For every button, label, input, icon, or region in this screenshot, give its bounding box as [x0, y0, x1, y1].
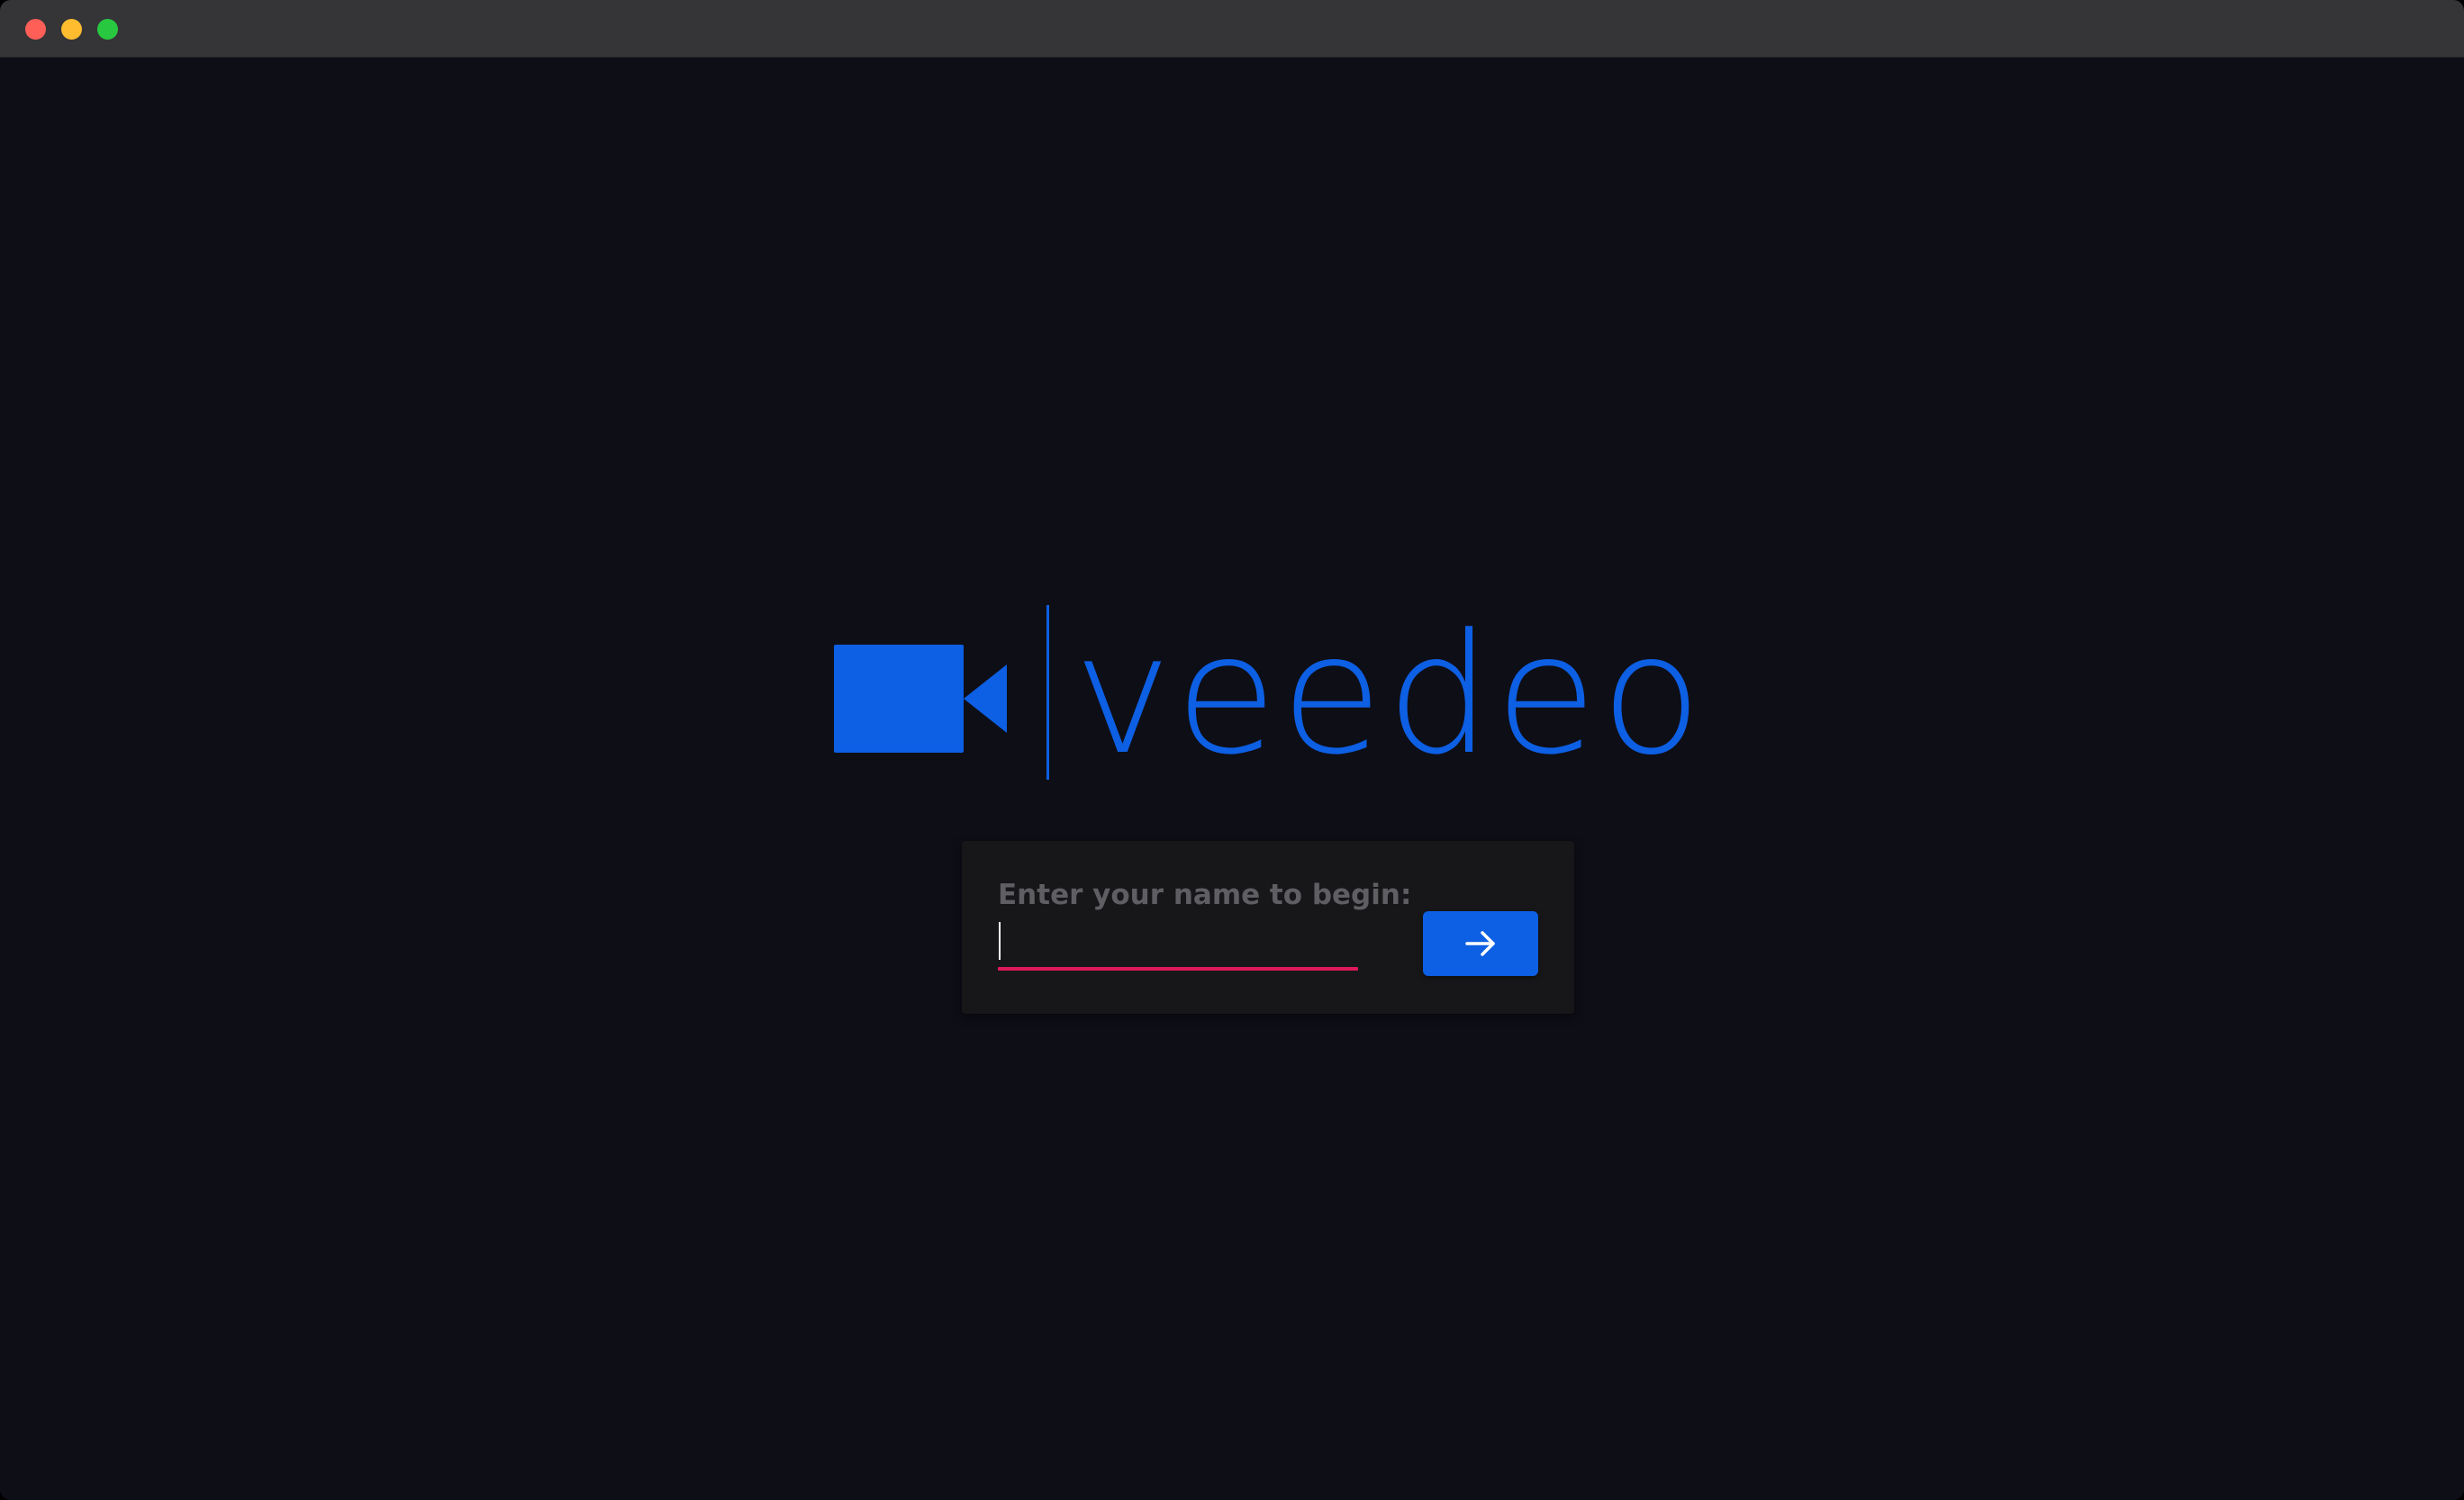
- text-cursor: [999, 922, 1001, 960]
- title-bar[interactable]: [0, 0, 2464, 58]
- name-prompt-label: Enter your name to begin:: [998, 879, 1412, 911]
- name-entry-card: Enter your name to begin:: [962, 841, 1574, 1014]
- app-window: veedeo Enter your name to begin:: [0, 0, 2464, 1500]
- logo-divider: [1046, 605, 1049, 780]
- name-input-underline: [998, 967, 1358, 971]
- video-camera-icon: [834, 645, 1007, 753]
- window-close-button[interactable]: [25, 19, 46, 40]
- begin-button[interactable]: [1423, 911, 1538, 976]
- name-input[interactable]: [998, 920, 1358, 967]
- logo-wordmark: veedeo: [1073, 599, 1706, 791]
- window-minimize-button[interactable]: [61, 19, 82, 40]
- arrow-right-icon: [1465, 931, 1495, 956]
- app-logo: veedeo: [834, 605, 1702, 780]
- window-maximize-button[interactable]: [97, 19, 118, 40]
